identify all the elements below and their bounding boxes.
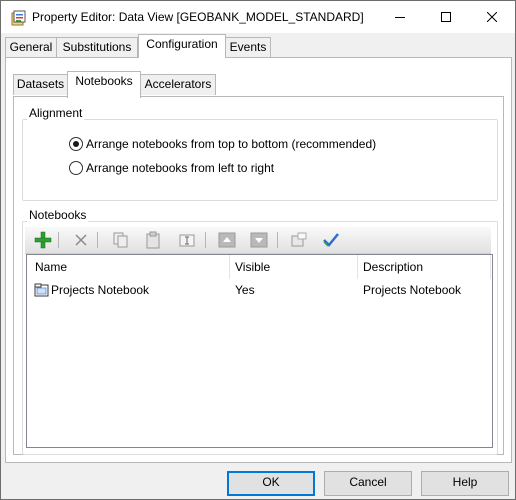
subtab-accelerators[interactable]: Accelerators [140,74,216,95]
column-separator[interactable] [229,255,230,279]
toolbar-separator [97,232,98,248]
notebooks-toolbar [25,227,491,254]
subtab-datasets[interactable]: Datasets [13,74,68,95]
properties-button[interactable] [289,230,309,250]
notebooks-list[interactable]: Name Visible Description Projects Notebo… [26,254,493,448]
validate-button[interactable] [321,230,341,250]
toolbar-separator [58,232,59,248]
move-down-button[interactable] [249,230,269,250]
main-tab-bar: General Substitutions Configuration Even… [1,33,515,58]
radio-left-to-right[interactable] [69,161,83,175]
radio-left-to-right-label[interactable]: Arrange notebooks from left to right [86,161,274,175]
alignment-group [22,119,498,201]
column-header-description[interactable]: Description [363,255,423,279]
properties-icon [291,232,307,247]
maximize-icon [441,12,451,22]
minimize-button[interactable] [377,1,423,33]
alignment-group-label: Alignment [27,106,85,120]
rename-button[interactable] [177,230,197,250]
toolbar-separator [277,232,278,248]
add-icon [34,231,52,249]
row-name: Projects Notebook [51,283,150,297]
window-title: Property Editor: Data View [GEOBANK_MODE… [32,10,364,24]
ok-button[interactable]: OK [227,471,315,496]
tab-configuration[interactable]: Configuration [138,34,226,58]
column-separator[interactable] [490,255,491,279]
move-up-button[interactable] [217,230,237,250]
radio-top-to-bottom-label[interactable]: Arrange notebooks from top to bottom (re… [86,137,376,151]
rename-icon [179,234,195,247]
copy-button[interactable] [111,230,131,250]
maximize-button[interactable] [423,1,469,33]
notebook-icon [34,283,49,297]
tab-substitutions[interactable]: Substitutions [56,37,138,58]
property-editor-window: Property Editor: Data View [GEOBANK_MODE… [0,0,516,500]
help-button[interactable]: Help [421,471,509,496]
close-icon [487,12,497,22]
row-visible: Yes [235,283,255,297]
cancel-button[interactable]: Cancel [324,471,412,496]
minimize-icon [395,17,405,18]
column-separator[interactable] [357,255,358,279]
delete-button[interactable] [71,230,91,250]
subtab-notebooks[interactable]: Notebooks [67,71,141,98]
column-header-name[interactable]: Name [35,255,67,279]
column-header-visible[interactable]: Visible [235,255,270,279]
notebooks-group-label: Notebooks [27,208,89,222]
validate-icon [323,233,339,247]
add-button[interactable] [33,230,53,250]
delete-icon [75,234,87,246]
move-down-icon [250,232,268,248]
title-bar: Property Editor: Data View [GEOBANK_MODE… [1,1,515,33]
app-icon [11,10,26,26]
radio-top-to-bottom[interactable] [69,137,83,151]
tab-events[interactable]: Events [225,37,271,58]
copy-icon [113,232,128,248]
close-button[interactable] [469,1,515,33]
move-up-icon [218,232,236,248]
row-description: Projects Notebook [363,283,462,297]
paste-icon [146,231,160,249]
toolbar-separator [205,232,206,248]
paste-button[interactable] [143,230,163,250]
tab-general[interactable]: General [5,37,57,58]
